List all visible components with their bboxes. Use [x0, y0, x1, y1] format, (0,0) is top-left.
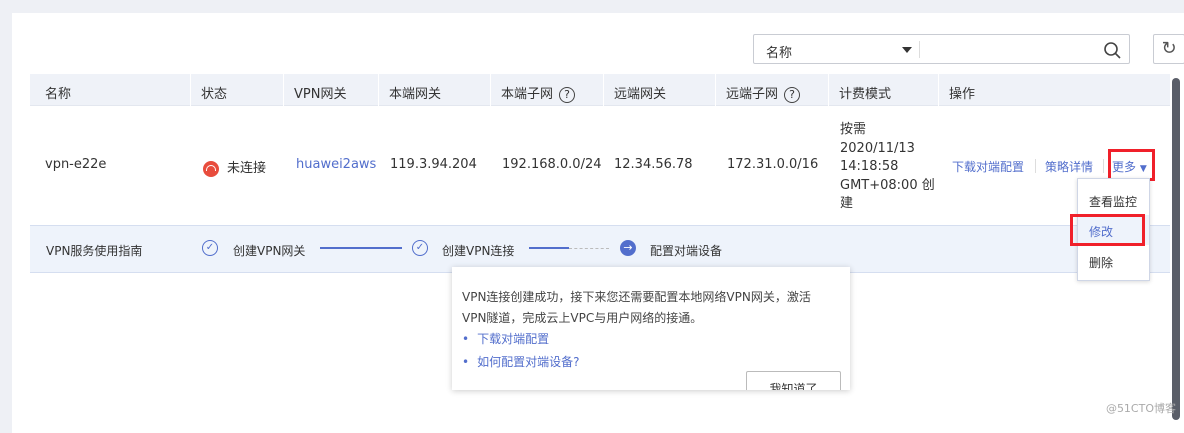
- billing-line: 建: [840, 196, 854, 211]
- col-actions: 操作: [938, 74, 975, 106]
- status-text: 未连接: [227, 161, 267, 176]
- divider: [1103, 159, 1104, 173]
- popover-text: VPN隧道，完成云上VPC与用户网络的接通。: [462, 311, 703, 325]
- got-it-button[interactable]: 我知道了: [746, 371, 841, 390]
- billing-line: 按需: [840, 122, 867, 137]
- divider: [1035, 159, 1036, 173]
- row-name: vpn-e22e: [45, 157, 107, 172]
- col-status: 状态: [190, 74, 227, 106]
- help-icon[interactable]: ?: [559, 87, 576, 103]
- watermark: @51CTO博客: [1105, 402, 1176, 415]
- col-billing: 计费模式: [828, 74, 891, 106]
- divider: [919, 41, 920, 58]
- highlight-box: [1070, 214, 1145, 246]
- row-local-subnet: 192.168.0.0/24: [502, 157, 602, 172]
- search-box[interactable]: 名称: [753, 34, 1130, 64]
- disconnected-icon: [203, 160, 219, 177]
- highlight-box: [1108, 149, 1155, 181]
- progress-line-pending: [569, 248, 609, 249]
- col-remote-gateway: 远端网关: [603, 74, 666, 106]
- guide-step-2[interactable]: 创建VPN连接: [442, 242, 514, 259]
- refresh-button[interactable]: ↻: [1153, 34, 1184, 64]
- guide-popover: VPN连接创建成功，接下来您还需要配置本地网络VPN网关，激活 VPN隧道，完成…: [452, 267, 850, 390]
- policy-details-link[interactable]: 策略详情: [1045, 158, 1093, 175]
- progress-line: [320, 247, 402, 249]
- how-to-configure-link[interactable]: 如何配置对端设备?: [477, 355, 579, 369]
- help-icon[interactable]: ?: [784, 87, 801, 103]
- col-vpn-gateway: VPN网关: [283, 74, 346, 106]
- guide-step-1[interactable]: 创建VPN网关: [233, 242, 305, 259]
- check-icon: ✓: [412, 240, 428, 256]
- col-label: 本端子网: [501, 87, 554, 102]
- download-config-link[interactable]: 下载对端配置: [477, 332, 549, 346]
- col-remote-subnet: 远端子网?: [715, 74, 801, 106]
- guide-bar: VPN服务使用指南 ✓ 创建VPN网关 ✓ 创建VPN连接 → 配置对端设备: [30, 225, 1170, 273]
- vpn-gateway-link[interactable]: huawei2aws: [296, 157, 376, 172]
- menu-item-delete[interactable]: 删除: [1078, 246, 1149, 276]
- check-icon: ✓: [202, 240, 218, 256]
- billing-line: GMT+08:00 创: [840, 177, 935, 193]
- popover-link-item: • 下载对端配置: [462, 329, 549, 350]
- row-billing: 按需 2020/11/13 14:18:58 GMT+08:00 创 建: [840, 121, 935, 214]
- menu-item-view-monitoring[interactable]: 查看监控: [1078, 185, 1149, 215]
- refresh-icon: ↻: [1161, 38, 1177, 59]
- progress-line: [529, 247, 569, 249]
- scrollbar[interactable]: [1172, 78, 1180, 420]
- bullet-icon: •: [462, 332, 470, 346]
- table-header: 名称 状态 VPN网关 本端网关 本端子网? 远端网关 远端子网? 计费模式 操…: [30, 74, 1170, 106]
- caret-down-icon[interactable]: [902, 47, 912, 53]
- row-remote-gateway: 12.34.56.78: [614, 157, 693, 172]
- row-status: 未连接: [203, 157, 266, 177]
- popover-link-item: • 如何配置对端设备?: [462, 352, 579, 373]
- col-local-gateway: 本端网关: [378, 74, 441, 106]
- guide-title: VPN服务使用指南: [46, 244, 143, 258]
- billing-line: 2020/11/13: [840, 140, 915, 156]
- bullet-icon: •: [462, 355, 470, 369]
- col-name: 名称: [45, 87, 72, 102]
- search-icon[interactable]: [1103, 41, 1121, 59]
- search-field-select[interactable]: 名称: [766, 42, 792, 61]
- download-config-link[interactable]: 下载对端配置: [952, 158, 1024, 175]
- billing-line: 14:18:58: [840, 159, 899, 174]
- arrow-right-icon: →: [620, 240, 636, 256]
- col-local-subnet: 本端子网?: [490, 74, 576, 106]
- row-remote-subnet: 172.31.0.0/16: [727, 157, 819, 172]
- col-label: 远端子网: [726, 87, 779, 102]
- guide-step-3[interactable]: 配置对端设备: [650, 242, 722, 259]
- row-local-gateway: 119.3.94.204: [390, 157, 477, 172]
- popover-text: VPN连接创建成功，接下来您还需要配置本地网络VPN网关，激活: [462, 290, 811, 304]
